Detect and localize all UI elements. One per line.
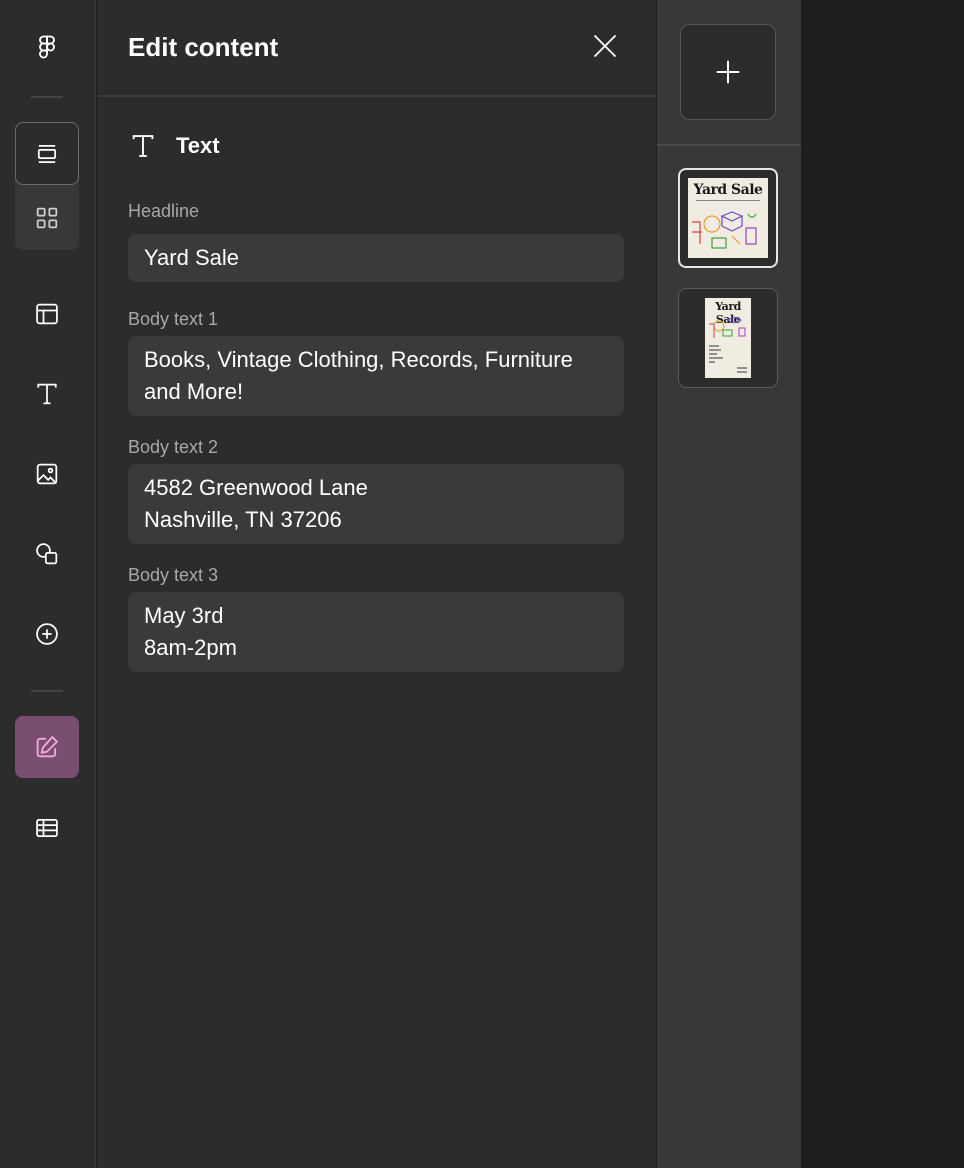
toolbar-divider [31,96,63,98]
page-thumbnail-2[interactable]: Yard Sale [678,288,778,388]
shapes-icon [36,543,58,565]
yard-sale-illustration [692,211,757,249]
canvas-area [802,0,964,1168]
layout-icon [36,303,58,325]
left-toolbar [0,0,96,1168]
image-icon [36,463,58,485]
table-tool-button[interactable] [15,797,79,859]
text-icon [37,383,57,405]
close-icon [593,34,617,58]
plus-icon [716,60,740,84]
poster-preview: Yard Sale [688,178,768,258]
poster-rule [696,200,760,201]
body-text-3-field[interactable]: May 3rd 8am-2pm [128,592,624,672]
pages-panel: Yard Sale Yard Sale [657,0,801,1168]
grid-view-icon [36,207,58,229]
figma-logo-icon[interactable] [15,16,79,78]
field-line: Yard Sale [144,245,239,270]
field-line: 4582 Greenwood Lane [144,475,368,500]
table-icon [36,818,58,838]
field-line: Nashville, TN 37206 [144,507,342,532]
plus-circle-icon [36,623,58,645]
field-line: and More! [144,379,244,404]
field-line: May 3rd [144,603,224,628]
headline-label: Headline [128,201,200,221]
yard-sale-illustration [709,316,747,373]
panel-title: Edit content [128,32,279,62]
section-label: Text [176,133,220,158]
layout-tool-button[interactable] [15,283,79,345]
image-tool-button[interactable] [15,443,79,505]
toolbar-divider [31,690,63,692]
pages-header [657,0,801,146]
edit-icon [36,735,59,758]
poster-preview: Yard Sale [705,298,751,378]
text-tool-button[interactable] [15,363,79,425]
edit-content-panel: Edit content Text Headline Yard Sale Bod… [97,0,656,1168]
close-button[interactable] [591,32,619,60]
body-text-3-label: Body text 3 [128,565,219,585]
body-text-2-label: Body text 2 [128,437,219,457]
text-section-header: Text [128,130,220,162]
text-icon [132,135,154,157]
body-text-2-field[interactable]: 4582 Greenwood Lane Nashville, TN 37206 [128,464,624,544]
panel-header: Edit content [97,0,656,97]
field-line: Books, Vintage Clothing, Records, Furnit… [144,347,573,372]
edit-content-button[interactable] [15,716,79,778]
page-thumbnail-1[interactable]: Yard Sale [678,168,778,268]
single-view-icon [37,144,57,163]
body-text-1-label: Body text 1 [128,309,219,329]
shapes-tool-button[interactable] [15,523,79,585]
field-line: 8am-2pm [144,635,237,660]
poster-title: Yard Sale [693,182,763,198]
body-text-1-field[interactable]: Books, Vintage Clothing, Records, Furnit… [128,336,624,416]
add-page-button[interactable] [680,24,776,120]
add-tool-button[interactable] [15,603,79,665]
view-toggle-group [15,122,79,250]
headline-field[interactable]: Yard Sale [128,234,624,282]
single-view-button[interactable] [15,122,79,185]
grid-view-button[interactable] [15,186,79,250]
